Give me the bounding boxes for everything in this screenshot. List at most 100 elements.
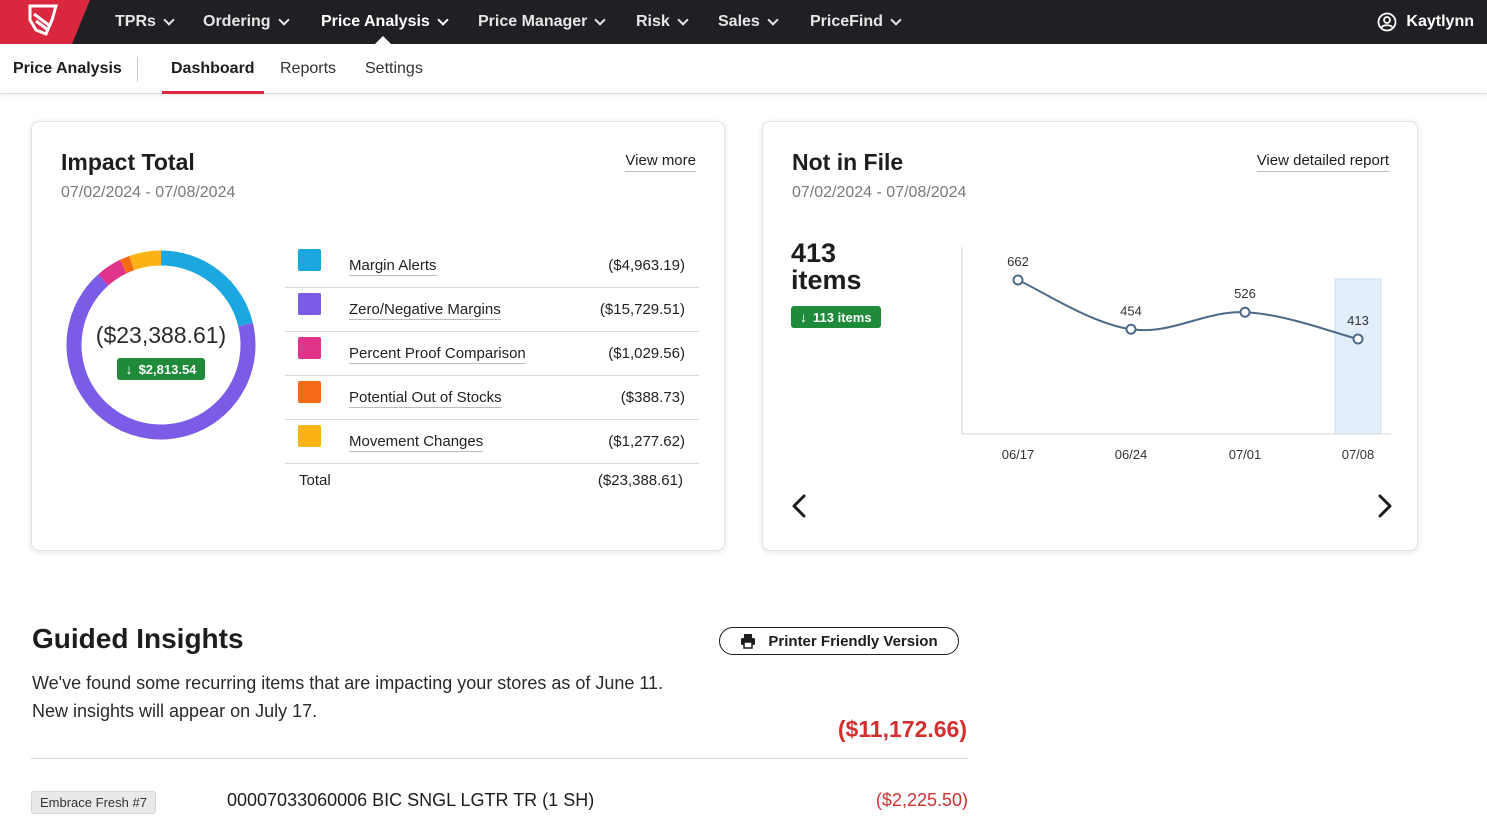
- change-badge: ↓ $2,813.54: [116, 358, 206, 380]
- arrow-down-icon: ↓: [800, 309, 807, 325]
- store-badge: Embrace Fresh #7: [31, 791, 156, 814]
- printer-icon: [741, 634, 756, 649]
- legend-label[interactable]: Potential Out of Stocks: [349, 389, 502, 408]
- donut-slice: [160, 250, 253, 327]
- data-point[interactable]: [1239, 306, 1251, 318]
- legend-label[interactable]: Percent Proof Comparison: [349, 345, 526, 364]
- chevron-down-icon: [767, 13, 779, 26]
- chevron-down-icon: [890, 13, 902, 26]
- nav-label: Price Analysis: [321, 13, 430, 30]
- not-in-file-line-chart: 662 06/17 454 06/24 526 07/01 413 07/08: [961, 247, 1391, 462]
- legend-value: ($4,963.19): [608, 257, 685, 274]
- legend-row: Movement Changes ($1,277.62): [285, 420, 699, 464]
- view-more-link[interactable]: View more: [625, 152, 696, 172]
- brand-logo[interactable]: [0, 0, 90, 44]
- legend-label[interactable]: Zero/Negative Margins: [349, 301, 501, 320]
- chevron-down-icon: [594, 13, 607, 26]
- count-unit: items: [791, 265, 862, 295]
- nav-label: TPRs: [115, 13, 156, 30]
- tab-settings[interactable]: Settings: [365, 44, 423, 94]
- legend-value: ($1,029.56): [608, 345, 685, 362]
- tab-label: Dashboard: [171, 60, 255, 77]
- chevron-right-icon[interactable]: [1369, 491, 1399, 521]
- printer-friendly-button[interactable]: Printer Friendly Version: [719, 627, 959, 655]
- legend-row: Margin Alerts ($4,963.19): [285, 244, 699, 288]
- chevron-down-icon: [437, 13, 449, 26]
- insight-item-name[interactable]: 00007033060006 BIC SNGL LGTR TR (1 SH): [227, 790, 594, 811]
- tab-reports[interactable]: Reports: [280, 44, 336, 94]
- legend-label[interactable]: Movement Changes: [349, 433, 484, 452]
- total-value: ($23,388.61): [597, 472, 683, 489]
- divider: [137, 57, 138, 82]
- section-title: Price Analysis: [13, 60, 122, 77]
- divider: [31, 758, 968, 759]
- tab-label: Reports: [280, 60, 337, 77]
- nav-pricefind[interactable]: PriceFind: [810, 0, 902, 44]
- impact-legend: Margin Alerts ($4,963.19) Zero/Negative …: [285, 244, 699, 464]
- user-account-icon: [1378, 12, 1397, 32]
- total-label: Total: [299, 472, 331, 489]
- nav-tprs[interactable]: TPRs: [115, 0, 175, 44]
- change-value: $2,813.54: [138, 361, 197, 377]
- top-nav: TPRs Ordering Price Analysis Price Manag…: [0, 0, 1487, 44]
- data-point[interactable]: [1012, 274, 1024, 286]
- data-label: 526: [1234, 286, 1256, 301]
- arrow-down-icon: ↓: [125, 361, 133, 377]
- item-count: 413 items: [791, 240, 862, 294]
- legend-swatch: [298, 337, 321, 359]
- legend-value: ($1,277.62): [608, 433, 685, 450]
- nav-sales[interactable]: Sales: [718, 0, 779, 44]
- active-nav-caret: [375, 36, 391, 44]
- chevron-down-icon: [277, 13, 290, 26]
- guided-insights-title: Guided Insights: [32, 623, 244, 654]
- view-detailed-report-link[interactable]: View detailed report: [1256, 152, 1389, 172]
- legend-value: ($388.73): [620, 389, 685, 406]
- guided-insights-description: We've found some recurring items that ar…: [32, 673, 664, 721]
- count-change: ↓ 113 items: [791, 306, 881, 328]
- card-title: Not in File: [792, 149, 904, 175]
- nav-label: Ordering: [203, 13, 271, 30]
- highlight-band: [1334, 278, 1382, 435]
- nav-label: PriceFind: [810, 13, 883, 30]
- donut-total: ($23,388.61): [95, 322, 227, 348]
- insight-item-amount: ($2,225.50): [875, 790, 968, 810]
- nav-label: Price Manager: [478, 13, 588, 30]
- user-menu[interactable]: Kaytlynn: [1377, 0, 1483, 44]
- chevron-left-icon[interactable]: [785, 491, 815, 521]
- user-name: Kaytlynn: [1406, 13, 1474, 30]
- legend-label[interactable]: Margin Alerts: [349, 257, 437, 276]
- data-label: 413: [1347, 313, 1369, 328]
- count-value: 413: [791, 238, 837, 268]
- series-line: [1017, 279, 1359, 340]
- tab-dashboard[interactable]: Dashboard: [162, 44, 264, 94]
- data-point[interactable]: [1352, 333, 1364, 345]
- data-label: 662: [1007, 254, 1029, 269]
- card-title: Impact Total: [61, 149, 195, 175]
- change-badge: ↓ 113 items: [791, 306, 881, 328]
- legend-row: Potential Out of Stocks ($388.73): [285, 376, 699, 420]
- chevron-down-icon: [677, 13, 689, 26]
- nav-risk[interactable]: Risk: [636, 0, 689, 44]
- donut-slice: [120, 256, 135, 274]
- data-point[interactable]: [1125, 323, 1137, 335]
- legend-row: Percent Proof Comparison ($1,029.56): [285, 332, 699, 376]
- legend-swatch: [298, 293, 321, 315]
- nav-price-manager[interactable]: Price Manager: [478, 0, 607, 44]
- legend-value: ($15,729.51): [599, 301, 685, 318]
- nav-label: Sales: [718, 13, 760, 30]
- x-tick-label: 07/08: [1342, 447, 1375, 462]
- not-in-file-card: Not in File 07/02/2024 - 07/08/2024 View…: [762, 121, 1418, 551]
- nav-ordering[interactable]: Ordering: [203, 0, 290, 44]
- insights-total: ($11,172.66): [837, 716, 967, 742]
- legend-swatch: [298, 425, 321, 447]
- legend-row: Zero/Negative Margins ($15,729.51): [285, 288, 699, 332]
- change-value: 113 items: [813, 309, 872, 325]
- data-label: 454: [1120, 303, 1142, 318]
- x-tick-label: 06/24: [1115, 447, 1148, 462]
- date-range: 07/02/2024 - 07/08/2024: [792, 184, 967, 201]
- legend-swatch: [298, 381, 321, 403]
- chevron-down-icon: [163, 13, 175, 26]
- x-tick-label: 06/17: [1002, 447, 1035, 462]
- x-tick-label: 07/01: [1229, 447, 1262, 462]
- impact-total-card: Impact Total 07/02/2024 - 07/08/2024 Vie…: [31, 121, 725, 551]
